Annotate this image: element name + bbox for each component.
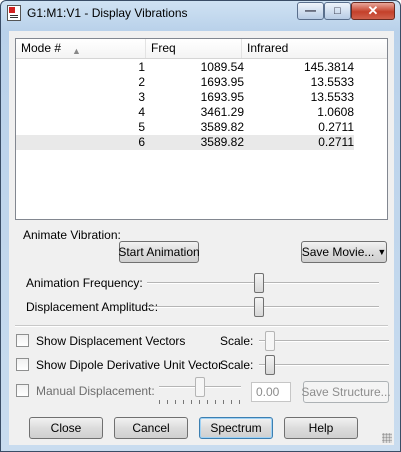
column-header-infrared[interactable]: Infrared xyxy=(242,39,387,58)
show-displacement-vectors-label: Show Displacement Vectors xyxy=(36,334,186,348)
manual-displacement-checkbox[interactable] xyxy=(16,384,29,397)
table-row[interactable]: 4 3461.29 1.0608 xyxy=(16,105,354,120)
cancel-button[interactable]: Cancel xyxy=(114,417,188,439)
table-cell-infrared: 145.3814 xyxy=(303,60,354,74)
slider-tick xyxy=(199,400,200,404)
table-header: Mode # ▲ Freq Infrared xyxy=(16,39,387,59)
close-button[interactable]: Close xyxy=(29,417,103,439)
table-cell-mode: 4 xyxy=(138,105,145,119)
column-header-label: Freq xyxy=(151,41,176,55)
table-cell-infrared: 0.2711 xyxy=(318,135,354,149)
animation-frequency-label: Animation Frequency: xyxy=(26,276,143,290)
table-cell-infrared: 1.0608 xyxy=(317,105,354,119)
show-displacement-vectors-checkbox[interactable] xyxy=(16,334,29,347)
dipole-scale-slider[interactable] xyxy=(259,364,389,366)
table-row[interactable]: 5 3589.82 0.2711 xyxy=(16,120,354,135)
column-header-label: Infrared xyxy=(247,41,289,55)
table-cell-infrared: 13.5533 xyxy=(310,90,354,104)
slider-tick xyxy=(159,400,160,404)
column-header-mode[interactable]: Mode # ▲ xyxy=(16,39,146,58)
close-icon: ✕ xyxy=(367,3,379,18)
manual-displacement-label: Manual Displacement: xyxy=(36,384,155,398)
maximize-button[interactable]: □ xyxy=(324,2,351,20)
display-vibrations-window: G1:M1:V1 - Display Vibrations — □ ✕ Mode… xyxy=(0,0,401,452)
animate-vibration-label: Animate Vibration: xyxy=(23,228,121,242)
show-dipole-derivative-checkbox[interactable] xyxy=(16,358,29,371)
vectors-scale-slider[interactable] xyxy=(259,340,389,342)
app-icon xyxy=(7,5,21,21)
column-header-label: Mode # xyxy=(21,41,62,55)
dipole-scale-slider-thumb[interactable] xyxy=(265,355,275,375)
table-cell-freq: 1693.95 xyxy=(200,75,244,89)
displacement-amplitude-label: Displacement Amplitude: xyxy=(26,300,159,314)
window-title: G1:M1:V1 - Display Vibrations xyxy=(27,6,188,20)
table-cell-freq: 1693.95 xyxy=(200,90,244,104)
table-cell-mode: 2 xyxy=(138,75,145,89)
table-cell-freq: 1089.54 xyxy=(200,60,244,74)
slider-tick xyxy=(191,400,192,404)
dipole-scale-label: Scale: xyxy=(220,358,254,372)
table-cell-mode: 5 xyxy=(138,120,145,134)
column-header-freq[interactable]: Freq xyxy=(146,39,242,58)
vectors-scale-label: Scale: xyxy=(220,334,254,348)
table-row[interactable]: 2 1693.95 13.5533 xyxy=(16,75,354,90)
help-button[interactable]: Help xyxy=(284,417,358,439)
dialog-body: Mode # ▲ Freq Infrared 1 1089.54 145.3814 2… xyxy=(9,31,394,445)
sort-ascending-icon: ▲ xyxy=(72,46,81,56)
save-movie-label: Save Movie... xyxy=(301,245,375,259)
table-cell-freq: 3589.82 xyxy=(200,135,244,149)
show-dipole-derivative-label: Show Dipole Derivative Unit Vector xyxy=(36,358,223,372)
start-animation-button[interactable]: Start Animation xyxy=(118,241,200,263)
dropdown-arrow-icon: ▼ xyxy=(377,247,387,257)
slider-tick xyxy=(239,400,240,404)
spectrum-button[interactable]: Spectrum xyxy=(199,417,273,439)
table-row[interactable]: 6 3589.82 0.2711 xyxy=(16,135,354,150)
table-cell-mode: 1 xyxy=(138,60,145,74)
section-divider xyxy=(15,325,388,327)
table-row[interactable]: 3 1693.95 13.5533 xyxy=(16,90,354,105)
slider-tick xyxy=(167,400,168,404)
table-cell-infrared: 13.5533 xyxy=(310,75,354,89)
manual-displacement-ticks xyxy=(159,400,241,404)
slider-tick xyxy=(215,400,216,404)
slider-tick xyxy=(183,400,184,404)
title-bar[interactable]: G1:M1:V1 - Display Vibrations — □ ✕ xyxy=(1,1,400,25)
table-cell-freq: 3589.82 xyxy=(200,120,244,134)
minimize-icon: — xyxy=(305,5,316,17)
table-cell-infrared: 0.2711 xyxy=(318,120,354,134)
slider-tick xyxy=(223,400,224,404)
resize-grip-icon[interactable] xyxy=(382,433,392,443)
minimize-button[interactable]: — xyxy=(297,2,324,20)
table-row[interactable]: 1 1089.54 145.3814 xyxy=(16,60,354,75)
save-movie-button[interactable]: Save Movie... ▼ xyxy=(301,241,387,263)
animation-frequency-slider-thumb[interactable] xyxy=(253,273,264,293)
close-window-button[interactable]: ✕ xyxy=(351,2,395,20)
vibration-modes-table[interactable]: Mode # ▲ Freq Infrared 1 1089.54 145.3814 2… xyxy=(15,38,388,220)
table-cell-mode: 6 xyxy=(138,135,145,149)
save-structure-button[interactable]: Save Structure... xyxy=(301,381,391,403)
table-cell-mode: 3 xyxy=(138,90,145,104)
vectors-scale-slider-thumb[interactable] xyxy=(265,331,275,351)
maximize-icon: □ xyxy=(334,5,341,17)
slider-tick xyxy=(207,400,208,404)
manual-displacement-slider-thumb[interactable] xyxy=(195,377,205,397)
displacement-amplitude-slider-thumb[interactable] xyxy=(253,297,264,317)
slider-tick xyxy=(175,400,176,404)
manual-displacement-value[interactable]: 0.00 xyxy=(251,382,291,402)
table-cell-freq: 3461.29 xyxy=(200,105,244,119)
slider-tick xyxy=(231,400,232,404)
